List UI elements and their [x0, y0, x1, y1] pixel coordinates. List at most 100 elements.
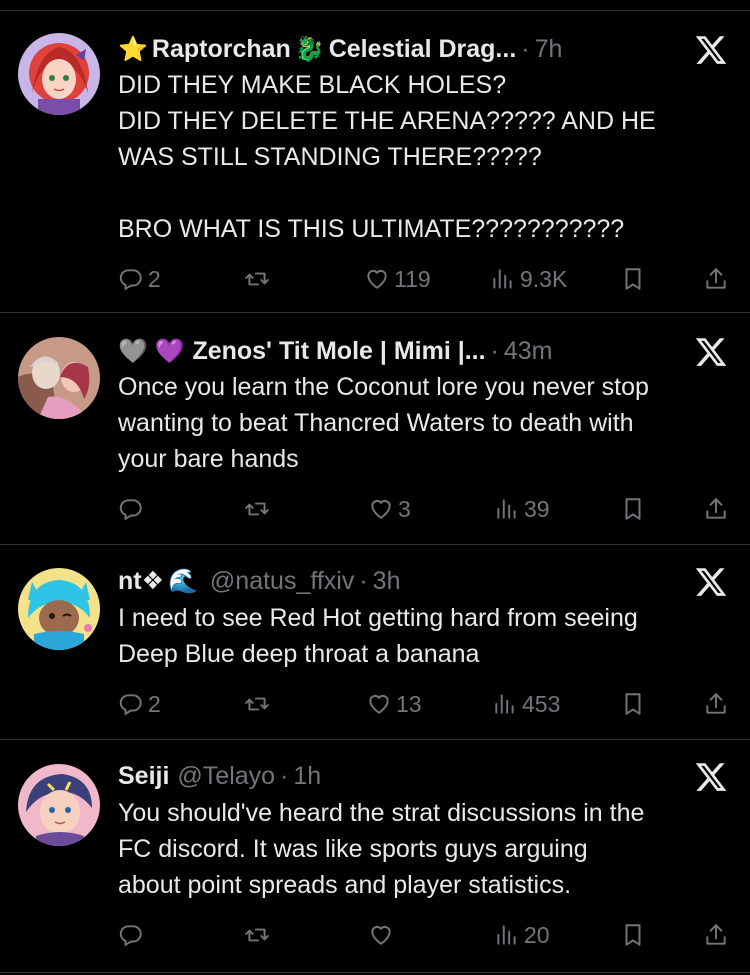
share-button[interactable] — [703, 491, 729, 527]
share-icon — [703, 922, 729, 948]
dragon-emoji: 🐉 — [294, 35, 325, 63]
reply-icon — [118, 496, 144, 522]
views-button[interactable]: 9.3K — [490, 261, 567, 297]
tweet-header: ⭐ Raptorchan 🐉 Celestial Drag... · 7h — [118, 31, 660, 67]
tweet-line: Once you learn the Coconut lore you neve… — [118, 373, 649, 401]
display-name[interactable]: nt❖ — [118, 566, 164, 596]
view-count: 20 — [524, 921, 550, 948]
star-emoji: ⭐ — [118, 35, 148, 63]
display-name[interactable]: Zenos' Tit Mole | Mimi |... — [192, 337, 485, 366]
share-button[interactable] — [703, 917, 729, 953]
separator-dot: · — [280, 761, 289, 790]
bookmark-button[interactable] — [620, 491, 646, 527]
reply-button[interactable]: 2 — [118, 686, 161, 722]
reply-icon — [118, 266, 144, 292]
tweet-line: I need to see Red Hot getting hard from … — [118, 604, 638, 632]
avatar[interactable] — [18, 568, 100, 650]
avatar[interactable] — [18, 764, 100, 846]
tweet-line: DID THEY DELETE THE ARENA????? AND HE — [118, 107, 656, 135]
view-count: 9.3K — [520, 265, 568, 292]
views-icon — [492, 691, 518, 717]
bookmark-icon — [620, 266, 646, 292]
retweet-button[interactable] — [244, 491, 274, 527]
view-count: 39 — [524, 495, 550, 522]
share-button[interactable] — [703, 261, 729, 297]
retweet-icon — [244, 691, 270, 717]
like-button[interactable]: 3 — [368, 491, 411, 527]
retweet-button[interactable] — [244, 686, 274, 722]
views-icon — [494, 922, 520, 948]
views-button[interactable]: 453 — [492, 686, 560, 722]
like-button[interactable] — [368, 917, 398, 953]
action-bar: 2 13 453 — [0, 686, 750, 722]
handle[interactable]: @Telayo — [177, 762, 275, 791]
share-icon — [703, 496, 729, 522]
timestamp[interactable]: 43m — [504, 337, 553, 366]
share-icon — [703, 266, 729, 292]
heart-icon — [368, 922, 394, 948]
reply-icon — [118, 922, 144, 948]
reply-button[interactable] — [118, 491, 148, 527]
bookmark-button[interactable] — [620, 261, 646, 297]
tweet-2[interactable]: 🩶 💜 Zenos' Tit Mole | Mimi |... · 43m On… — [0, 313, 750, 543]
action-bar: 20 — [0, 917, 750, 953]
timestamp[interactable]: 7h — [535, 35, 563, 64]
like-count: 119 — [394, 265, 431, 292]
views-button[interactable]: 39 — [494, 491, 550, 527]
separator-dot: · — [521, 34, 530, 63]
wave-emoji: 🌊 — [168, 567, 198, 595]
share-button[interactable] — [703, 686, 729, 722]
handle[interactable]: @natus_ffxiv — [210, 567, 354, 596]
share-icon — [703, 691, 729, 717]
tweet-text: DID THEY MAKE BLACK HOLES? DID THEY DELE… — [118, 67, 738, 247]
action-bar: 2 119 9.3K — [0, 261, 750, 297]
display-name-continued[interactable]: Celestial Drag... — [329, 35, 517, 64]
bookmark-icon — [620, 922, 646, 948]
action-bar: 3 39 — [0, 491, 750, 527]
view-count: 453 — [522, 690, 561, 717]
tweet-line: BRO WHAT IS THIS ULTIMATE??????????? — [118, 215, 625, 243]
display-name[interactable]: Raptorchan — [152, 35, 291, 64]
x-logo-icon — [694, 760, 728, 794]
separator-dot: · — [490, 336, 499, 365]
bookmark-button[interactable] — [620, 917, 646, 953]
bookmark-button[interactable] — [620, 686, 646, 722]
tweet-4[interactable]: Seiji @Telayo · 1h You should've heard t… — [0, 740, 750, 975]
like-count: 13 — [396, 690, 422, 717]
views-button[interactable]: 20 — [494, 917, 550, 953]
reply-count: 2 — [148, 690, 161, 717]
avatar[interactable] — [18, 33, 100, 115]
avatar[interactable] — [18, 337, 100, 419]
views-icon — [494, 496, 520, 522]
timestamp[interactable]: 1h — [293, 762, 321, 791]
heart-icon — [368, 496, 394, 522]
like-button[interactable]: 13 — [366, 686, 422, 722]
x-logo-icon — [694, 33, 728, 67]
tweet-text: You should've heard the strat discussion… — [118, 795, 738, 903]
like-button[interactable]: 119 — [364, 261, 431, 297]
tweet-header: 🩶 💜 Zenos' Tit Mole | Mimi |... · 43m — [118, 333, 660, 369]
retweet-button[interactable] — [244, 917, 274, 953]
reply-button[interactable] — [118, 917, 148, 953]
retweet-button[interactable] — [244, 261, 274, 297]
tweet-line: DID THEY MAKE BLACK HOLES? — [118, 71, 507, 99]
tweet-header: Seiji @Telayo · 1h — [118, 758, 660, 794]
bookmark-icon — [620, 691, 646, 717]
reply-icon — [118, 691, 144, 717]
x-logo-icon — [694, 335, 728, 369]
views-icon — [490, 266, 516, 292]
divider — [0, 972, 750, 973]
x-logo-icon — [694, 565, 728, 599]
display-name[interactable]: Seiji — [118, 762, 169, 791]
tweet-line: You should've heard the strat discussion… — [118, 799, 645, 827]
tweet-1[interactable]: ⭐ Raptorchan 🐉 Celestial Drag... · 7h DI… — [0, 11, 750, 311]
timestamp[interactable]: 3h — [373, 567, 401, 596]
tweet-line: wanting to beat Thancred Waters to death… — [118, 409, 634, 437]
tweet-line: Deep Blue deep throat a banana — [118, 640, 480, 668]
reply-button[interactable]: 2 — [118, 261, 161, 297]
tweet-line: FC discord. It was like sports guys argu… — [118, 835, 588, 863]
timeline-feed: ⭐ Raptorchan 🐉 Celestial Drag... · 7h DI… — [0, 0, 750, 975]
heart-icon — [364, 266, 390, 292]
tweet-3[interactable]: nt❖ 🌊 @natus_ffxiv · 3h I need to see Re… — [0, 545, 750, 738]
